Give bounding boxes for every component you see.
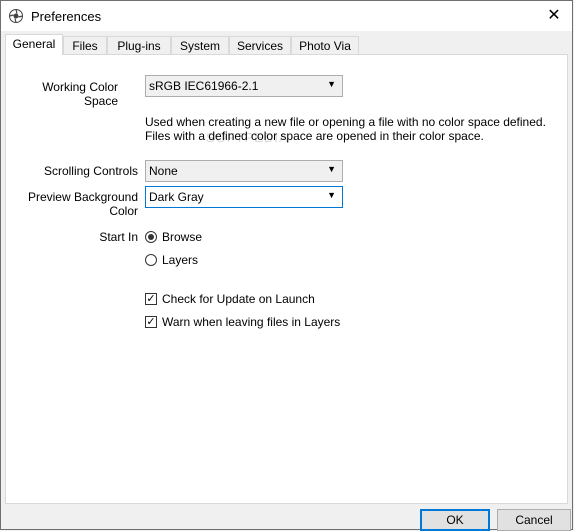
preview-background-label: Preview Background Color bbox=[27, 190, 138, 218]
tab-files[interactable]: Files bbox=[63, 36, 107, 54]
chevron-down-icon: ▼ bbox=[327, 190, 336, 200]
preview-background-select[interactable]: Dark Gray ▼ bbox=[145, 186, 343, 208]
tab-plug-ins[interactable]: Plug-ins bbox=[107, 36, 171, 54]
tab-services[interactable]: Services bbox=[229, 36, 291, 54]
radio-browse-label: Browse bbox=[162, 230, 203, 244]
working-color-space-value: sRGB IEC61966-2.1 bbox=[149, 79, 259, 93]
scrolling-controls-label: Scrolling Controls bbox=[43, 164, 138, 178]
warn-leaving-checkbox[interactable]: ✓ bbox=[145, 316, 157, 328]
radio-layers-label: Layers bbox=[162, 253, 199, 267]
preview-background-value: Dark Gray bbox=[149, 190, 204, 204]
scrolling-controls-select[interactable]: None ▼ bbox=[145, 160, 343, 182]
chevron-down-icon: ▼ bbox=[327, 79, 336, 89]
close-icon[interactable]: ✕ bbox=[544, 6, 564, 26]
start-in-label: Start In bbox=[99, 230, 138, 244]
working-color-space-select[interactable]: sRGB IEC61966-2.1 ▼ bbox=[145, 75, 343, 97]
tab-system[interactable]: System bbox=[171, 36, 229, 54]
tab-general[interactable]: General bbox=[5, 34, 63, 55]
preferences-window: Preferences ✕ General Files Plug-ins Sys… bbox=[0, 0, 573, 531]
radio-browse[interactable] bbox=[145, 231, 157, 243]
check-update-label: Check for Update on Launch bbox=[162, 292, 315, 306]
warn-leaving-label: Warn when leaving files in Layers bbox=[162, 315, 341, 329]
check-update-checkbox[interactable]: ✓ bbox=[145, 293, 157, 305]
window-title: Preferences bbox=[31, 9, 102, 24]
scrolling-controls-value: None bbox=[149, 164, 178, 178]
title-bar: Preferences ✕ bbox=[1, 1, 572, 31]
general-panel: Working Color Space sRGB IEC61966-2.1 ▼ … bbox=[5, 54, 568, 504]
app-icon bbox=[9, 9, 23, 23]
radio-layers[interactable] bbox=[145, 254, 157, 266]
chevron-down-icon: ▼ bbox=[327, 164, 336, 174]
color-space-description: Used when creating a new file or opening… bbox=[145, 115, 546, 143]
working-color-space-label: Working Color Space bbox=[42, 80, 118, 108]
tab-photo-via[interactable]: Photo Via bbox=[291, 36, 359, 54]
radio-selected-dot bbox=[148, 234, 154, 240]
ok-button[interactable]: OK bbox=[420, 509, 490, 531]
cancel-button[interactable]: Cancel bbox=[497, 509, 571, 531]
